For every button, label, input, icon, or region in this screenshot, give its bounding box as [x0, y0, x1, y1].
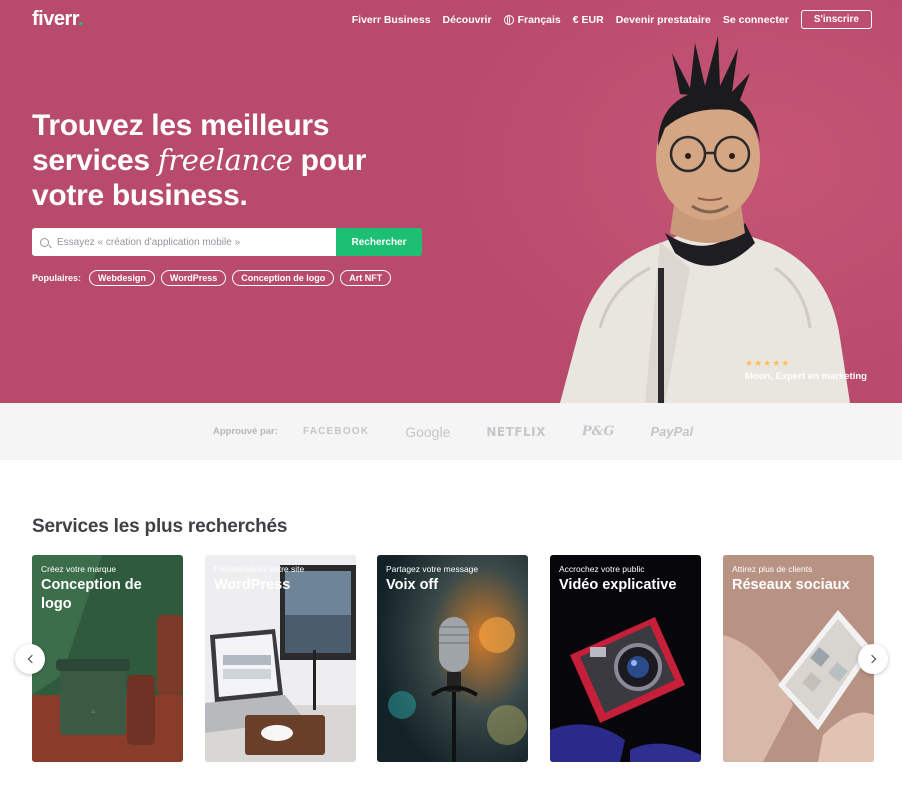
hero-person-image — [560, 36, 850, 403]
nav-language[interactable]: Français — [503, 13, 561, 26]
service-card-social-media[interactable]: Attirez plus de clients Réseaux sociaux — [723, 555, 874, 762]
google-logo: Google — [405, 423, 451, 440]
globe-icon — [503, 14, 514, 25]
chevron-left-icon — [27, 654, 36, 664]
logo-dot: . — [77, 8, 84, 30]
join-button[interactable]: S'inscrire — [800, 10, 872, 29]
chevron-right-icon — [867, 654, 876, 664]
search-icon — [40, 237, 49, 247]
carousel-next-button[interactable] — [858, 644, 888, 674]
popular-tag-webdesign[interactable]: Webdesign — [89, 270, 155, 286]
nav-explore[interactable]: Découvrir — [443, 14, 492, 26]
carousel-prev-button[interactable] — [15, 644, 45, 674]
card-title: Conception de logo — [41, 577, 142, 612]
trusted-by-bar: Approuvé par: FACEBOOK Google NETFLIX P&… — [0, 403, 902, 460]
facebook-logo: FACEBOOK — [302, 426, 370, 437]
popular-tag-wordpress[interactable]: WordPress — [160, 270, 227, 286]
card-subtitle: Partagez votre message — [386, 564, 479, 574]
search-button[interactable]: Rechercher — [336, 228, 422, 256]
card-subtitle: Attirez plus de clients — [732, 564, 813, 574]
card-subtitle: Personnalisez votre site — [214, 564, 305, 574]
hero-headline: Trouvez les meilleurs services freelance… — [32, 108, 392, 213]
fiverr-logo[interactable]: fiverr. — [32, 8, 84, 31]
pg-logo: P&G — [581, 424, 615, 439]
netflix-logo: NETFLIX — [486, 424, 546, 439]
popular-tags: Populaires: Webdesign WordPress Concepti… — [32, 270, 392, 286]
card-subtitle: Accrochez votre public — [559, 564, 645, 574]
main-nav: Fiverr Business Découvrir Français € EUR… — [352, 10, 872, 29]
popular-label: Populaires: — [32, 273, 82, 283]
language-label: Français — [517, 13, 561, 26]
caption-text: Moon, Expert en marketing — [745, 371, 867, 382]
nav-fiverr-business[interactable]: Fiverr Business — [352, 14, 431, 26]
service-card-explainer-video[interactable]: Accrochez votre public Vidéo explicative — [550, 555, 701, 762]
nav-become-seller[interactable]: Devenir prestataire — [616, 14, 711, 26]
person-caption: ★★★★★ Moon, Expert en marketing — [745, 358, 867, 382]
trusted-label: Approuvé par: — [213, 426, 278, 437]
search-input[interactable] — [57, 236, 317, 248]
card-title: Réseaux sociaux — [732, 577, 850, 593]
card-subtitle: Créez votre marque — [41, 564, 117, 574]
hero-section: fiverr. Fiverr Business Découvrir França… — [0, 0, 902, 403]
logo-text: fiverr — [32, 8, 78, 30]
popular-tag-logo-design[interactable]: Conception de logo — [232, 270, 335, 286]
card-title: WordPress — [214, 577, 291, 593]
search-field-wrapper — [32, 228, 336, 256]
rating-stars: ★★★★★ — [745, 358, 791, 368]
card-title: Voix off — [386, 577, 439, 593]
nav-sign-in[interactable]: Se connecter — [723, 14, 789, 26]
popular-tag-nft-art[interactable]: Art NFT — [340, 270, 392, 286]
service-card-logo-design[interactable]: ⌂ Créez votre marque Conception de logo — [32, 555, 183, 762]
headline-italic: freelance — [157, 143, 293, 177]
services-carousel: ⌂ Créez votre marque Conception de logo … — [32, 555, 874, 762]
paypal-logo: PayPal — [650, 424, 694, 439]
trusted-by-row: Approuvé par: FACEBOOK Google NETFLIX P&… — [213, 403, 729, 460]
svg-text:⌂: ⌂ — [91, 709, 95, 715]
services-title: Services les plus recherchés — [32, 516, 288, 537]
nav-currency[interactable]: € EUR — [573, 14, 604, 26]
service-card-voice-over[interactable]: Partagez votre message Voix off — [377, 555, 528, 762]
card-title: Vidéo explicative — [559, 577, 677, 593]
search-bar: Rechercher — [32, 228, 422, 256]
service-card-wordpress[interactable]: Personnalisez votre site WordPress — [205, 555, 356, 762]
